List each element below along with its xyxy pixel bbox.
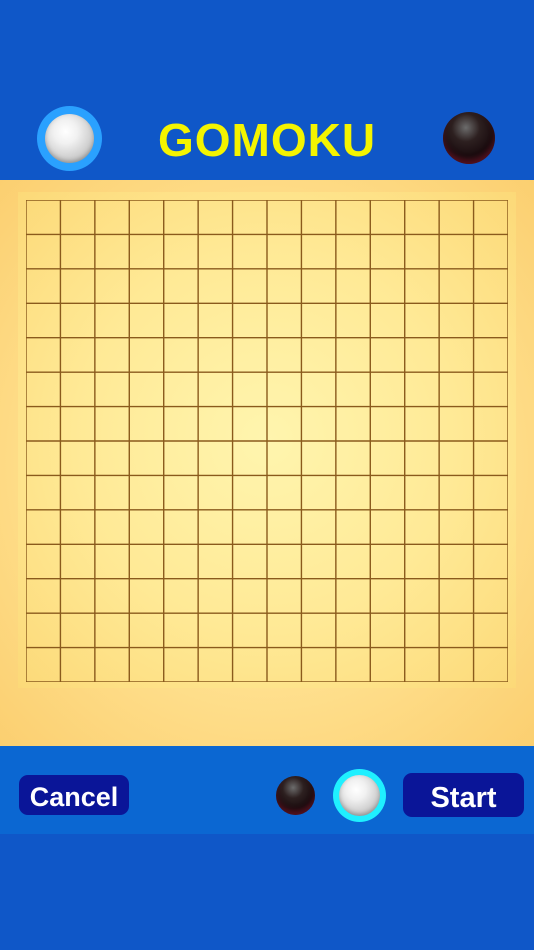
header-bar: GOMOKU (0, 0, 534, 180)
choose-white-stone-icon[interactable] (339, 775, 380, 816)
footer-area (0, 834, 534, 950)
black-stone-icon (443, 112, 495, 164)
board-grid[interactable] (26, 200, 508, 682)
choose-black-stone-icon[interactable] (276, 776, 315, 815)
start-button[interactable]: Start (403, 773, 524, 817)
cancel-button[interactable]: Cancel (19, 775, 129, 815)
board-area (0, 180, 534, 746)
board[interactable] (18, 192, 516, 688)
